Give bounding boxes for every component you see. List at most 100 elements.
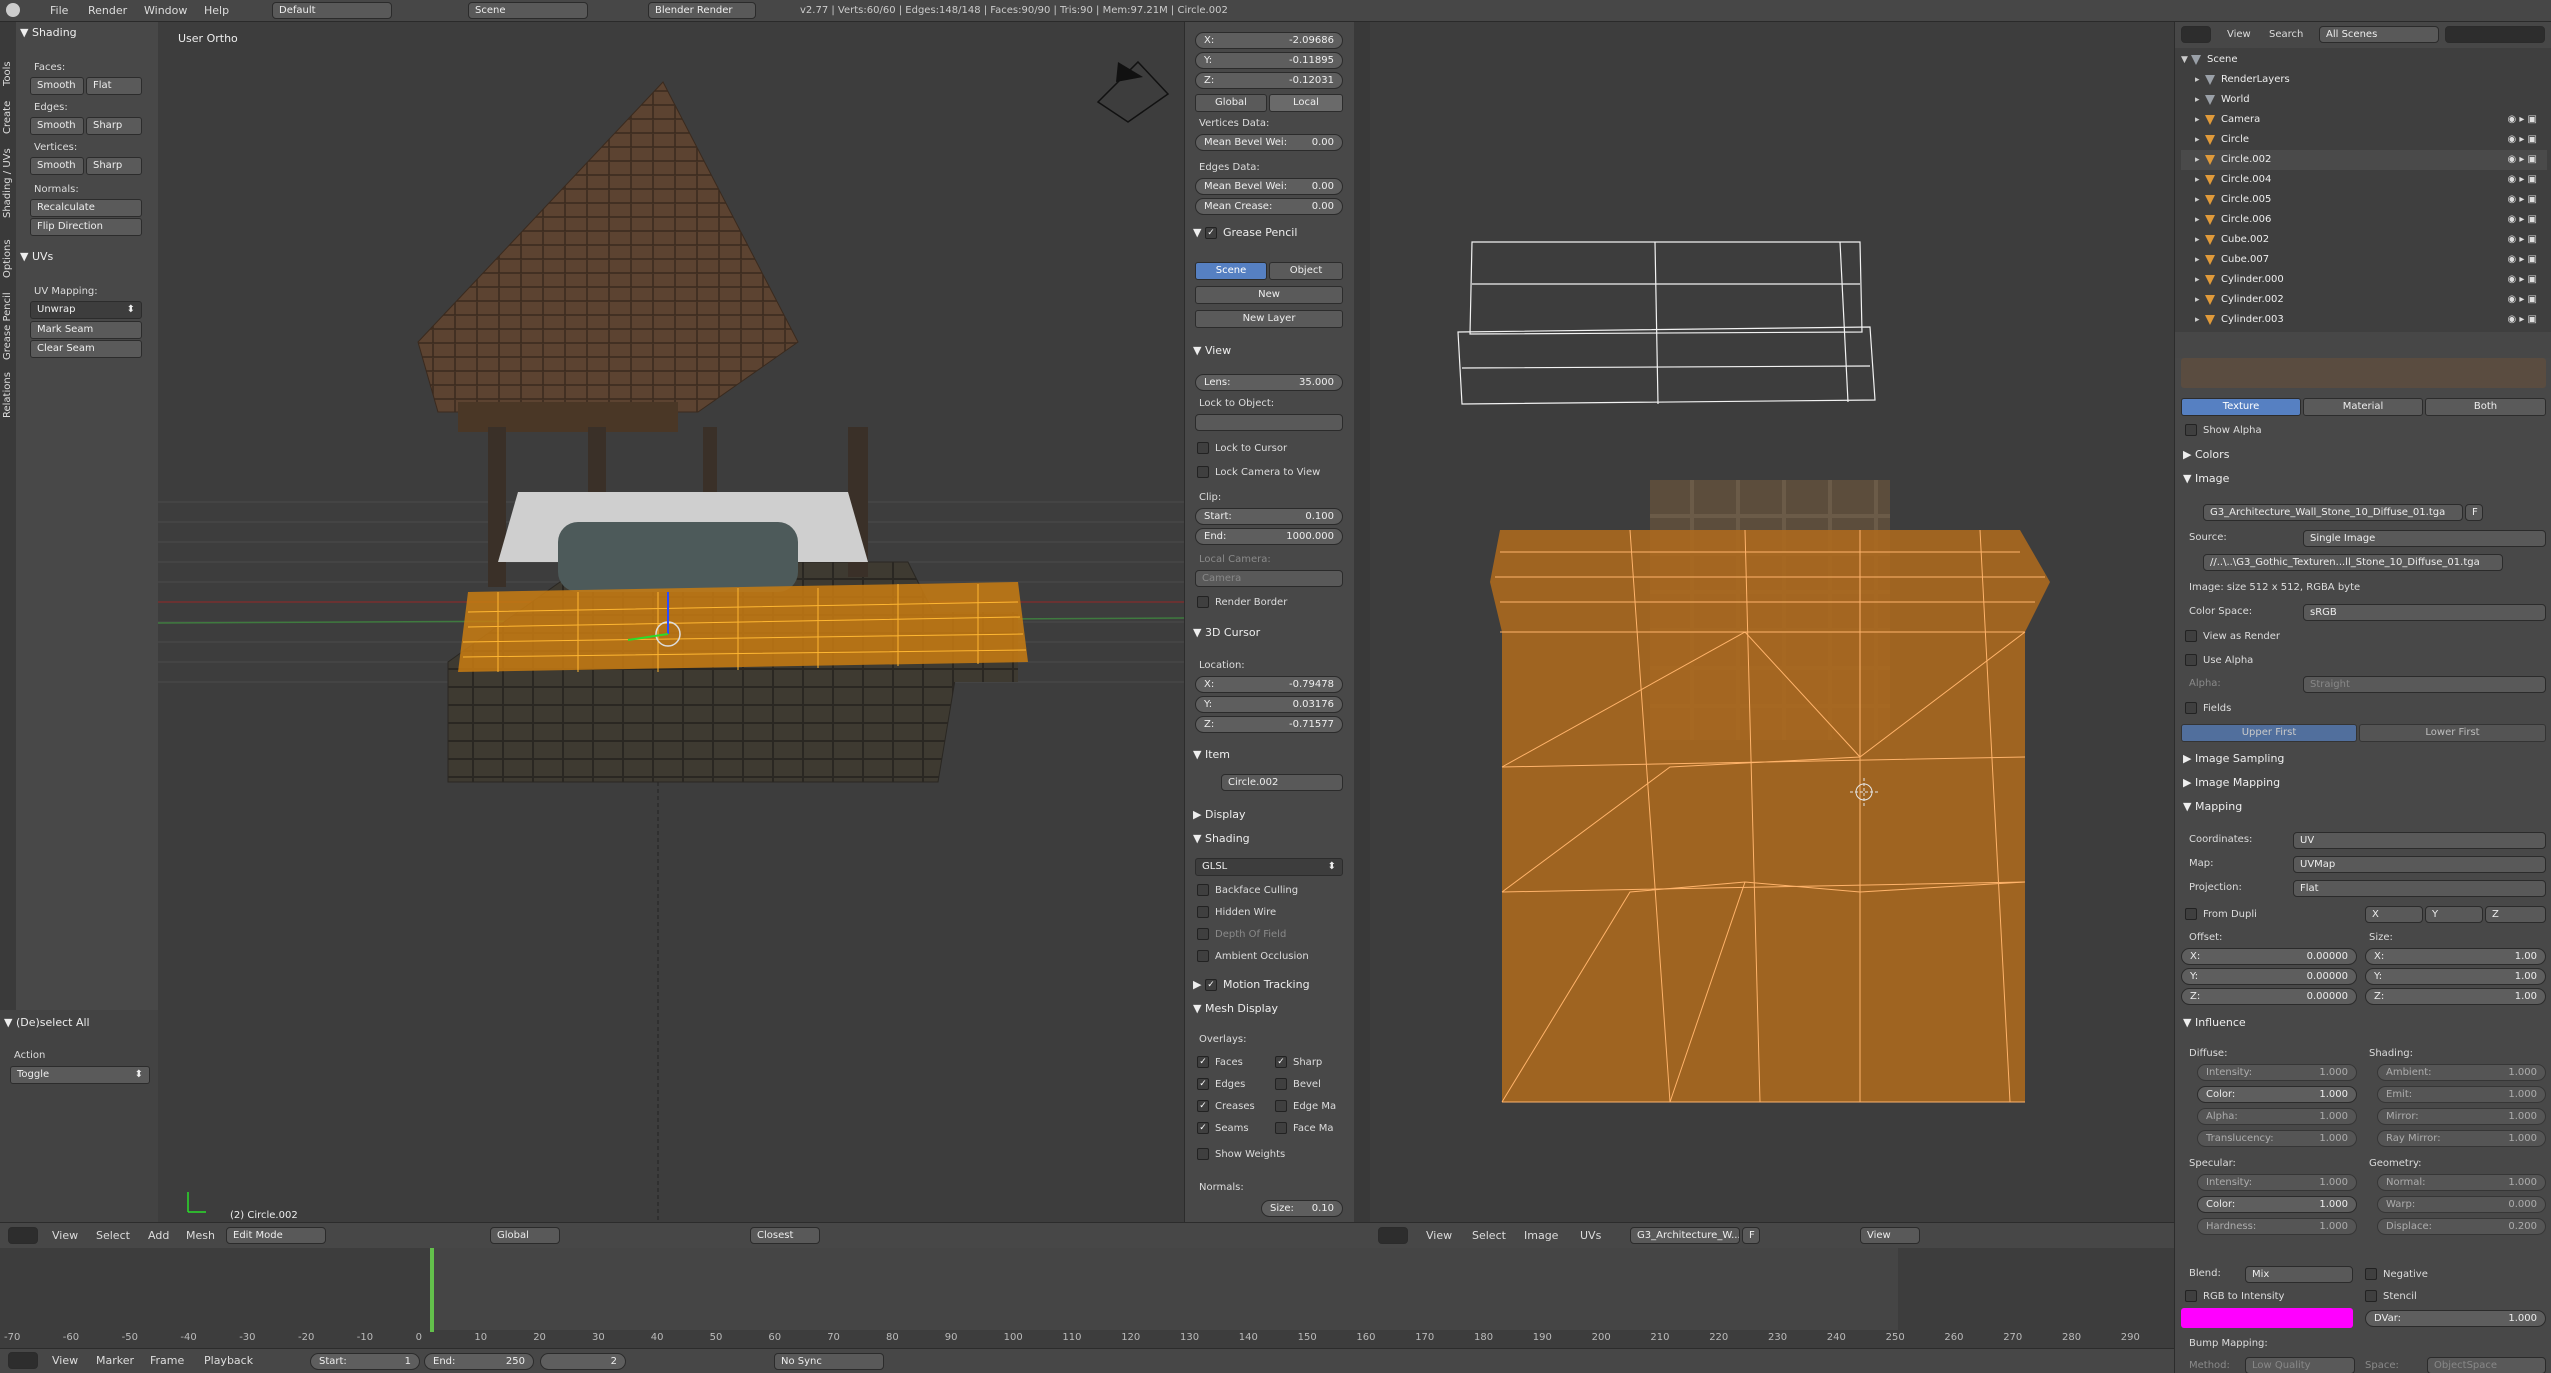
use-alpha-checkbox[interactable]: Use Alpha	[2185, 654, 2253, 666]
image-fake-user[interactable]: F	[2465, 504, 2483, 521]
lens-field[interactable]: Lens: 35.000	[1195, 374, 1343, 391]
visibility-toggles-icon[interactable]: ◉ ▸ ▣	[2507, 210, 2537, 230]
sync-mode-select[interactable]: No Sync	[774, 1353, 884, 1370]
visibility-toggles-icon[interactable]: ◉ ▸ ▣	[2507, 150, 2537, 170]
gp-new-layer-button[interactable]: New Layer	[1195, 310, 1343, 328]
shading-mode-select[interactable]: GLSL ⬍	[1195, 858, 1343, 876]
tab-relations[interactable]: Relations	[2, 372, 13, 418]
outliner-item[interactable]: ▸ Cube.002 ◉ ▸ ▣	[2181, 230, 2547, 250]
cursor-x-field[interactable]: X: -0.79478	[1195, 676, 1343, 693]
outliner-item[interactable]: ▼ Scene	[2181, 50, 2547, 70]
backface-culling-checkbox[interactable]: Backface Culling	[1197, 884, 1298, 896]
uvs-section-header[interactable]: ▼ UVs	[16, 246, 53, 268]
tex-both-tab[interactable]: Both	[2425, 398, 2546, 416]
cursor-y-field[interactable]: Y: 0.03176	[1195, 696, 1343, 713]
expand-arrow-icon[interactable]: ▸	[2195, 270, 2205, 290]
mark-seam-button[interactable]: Mark Seam	[30, 321, 142, 339]
uv-menu-view[interactable]: View	[1426, 1229, 1452, 1242]
uv-view-mode-select[interactable]: View	[1860, 1227, 1920, 1244]
timeline-editor-type-select[interactable]	[8, 1352, 38, 1369]
outliner-item[interactable]: ▸ Cylinder.003 ◉ ▸ ▣	[2181, 310, 2547, 330]
render-engine-selector[interactable]: Blender Render	[648, 2, 756, 19]
outliner-item[interactable]: ▸ Circle.002 ◉ ▸ ▣	[2181, 150, 2547, 170]
normal-size-field[interactable]: Size: 0.10	[1261, 1200, 1343, 1217]
lock-cursor-checkbox[interactable]: Lock to Cursor	[1197, 442, 1287, 454]
outliner-item[interactable]: ▸ World	[2181, 90, 2547, 110]
grease-pencil-section[interactable]: ▼ ✓ Grease Pencil	[1189, 222, 1297, 244]
3d-cursor-section[interactable]: ▼ 3D Cursor	[1189, 622, 1260, 644]
overlay-creases-checkbox[interactable]: ✓ Creases	[1197, 1100, 1255, 1112]
geo-normal[interactable]: Normal: 1.000	[2377, 1174, 2546, 1191]
expand-arrow-icon[interactable]: ▸	[2195, 230, 2205, 250]
influence-section[interactable]: ▼ Influence	[2179, 1012, 2246, 1034]
menu-file[interactable]: File	[50, 4, 68, 17]
v3d-menu-add[interactable]: Add	[148, 1229, 169, 1242]
show-weights-checkbox[interactable]: Show Weights	[1197, 1148, 1285, 1160]
blend-mode-select[interactable]: Mix	[2245, 1266, 2353, 1283]
v3d-menu-select[interactable]: Select	[96, 1229, 130, 1242]
timeline-editor[interactable]: -70 -60 -50 -40 -30 -20 -10 0 10 20 30 40 50 60 70 80 90…	[0, 1248, 2174, 1350]
diffuse-alpha[interactable]: Alpha: 1.000	[2197, 1108, 2357, 1125]
spec-intensity[interactable]: Intensity: 1.000	[2197, 1174, 2357, 1191]
visibility-toggles-icon[interactable]: ◉ ▸ ▣	[2507, 310, 2537, 330]
overlay-edges-checkbox[interactable]: ✓ Edges	[1197, 1078, 1245, 1090]
dof-checkbox[interactable]: Depth Of Field	[1197, 928, 1286, 940]
tab-shading-uvs[interactable]: Shading / UVs	[2, 148, 13, 218]
from-dupli-checkbox[interactable]: From Dupli	[2185, 908, 2257, 920]
expand-arrow-icon[interactable]: ▸	[2195, 170, 2205, 190]
edges-sharp-button[interactable]: Sharp	[86, 117, 142, 135]
mapping-y-select[interactable]: Y	[2425, 906, 2483, 923]
outliner-item[interactable]: ▸ Cylinder.000 ◉ ▸ ▣	[2181, 270, 2547, 290]
menu-render[interactable]: Render	[88, 4, 127, 17]
color-space-select[interactable]: sRGB	[2303, 604, 2546, 621]
diffuse-color[interactable]: Color: 1.000	[2197, 1086, 2357, 1103]
outliner-item[interactable]: ▸ Circle ◉ ▸ ▣	[2181, 130, 2547, 150]
expand-arrow-icon[interactable]: ▸	[2195, 150, 2205, 170]
item-name-field[interactable]: Circle.002	[1221, 774, 1343, 791]
uv-menu-select[interactable]: Select	[1472, 1229, 1506, 1242]
outliner-item[interactable]: ▸ Cube.007 ◉ ▸ ▣	[2181, 250, 2547, 270]
visibility-toggles-icon[interactable]: ◉ ▸ ▣	[2507, 190, 2537, 210]
lock-object-field[interactable]	[1195, 414, 1343, 431]
offset-z[interactable]: Z: 0.00000	[2181, 988, 2357, 1005]
size-x[interactable]: X: 1.00	[2365, 948, 2546, 965]
shading-section-header[interactable]: ▼ Shading	[16, 22, 158, 44]
mapping-section[interactable]: ▼ Mapping	[2179, 796, 2242, 818]
uv-menu-uvs[interactable]: UVs	[1580, 1229, 1601, 1242]
spec-hardness[interactable]: Hardness: 1.000	[2197, 1218, 2357, 1235]
item-section[interactable]: ▼ Item	[1189, 744, 1230, 766]
fields-checkbox[interactable]: Fields	[2185, 702, 2231, 714]
uv-menu-image[interactable]: Image	[1524, 1229, 1558, 1242]
flip-direction-button[interactable]: Flip Direction	[30, 218, 142, 236]
mapping-x-select[interactable]: X	[2365, 906, 2423, 923]
blend-color-swatch[interactable]	[2181, 1308, 2353, 1328]
faces-smooth-button[interactable]: Smooth	[30, 77, 84, 95]
tex-material-tab[interactable]: Material	[2303, 398, 2423, 416]
blender-info-icon[interactable]	[6, 3, 20, 17]
diffuse-translucency[interactable]: Translucency: 1.000	[2197, 1130, 2357, 1147]
outliner-editor-type[interactable]	[2181, 26, 2211, 43]
uv-image-editor[interactable]	[1370, 22, 2174, 1222]
editor-type-select[interactable]	[8, 1227, 38, 1244]
colors-section[interactable]: ▶ Colors	[2179, 444, 2229, 466]
expand-arrow-icon[interactable]: ▸	[2195, 110, 2205, 130]
edges-smooth-button[interactable]: Smooth	[30, 117, 84, 135]
size-z[interactable]: Z: 1.00	[2365, 988, 2546, 1005]
outliner-item[interactable]: ▸ Cylinder.002 ◉ ▸ ▣	[2181, 290, 2547, 310]
gp-scene-button[interactable]: Scene	[1195, 262, 1267, 280]
outliner-menu-search[interactable]: Search	[2269, 29, 2303, 40]
outliner-item[interactable]: ▸ Circle.005 ◉ ▸ ▣	[2181, 190, 2547, 210]
vertices-smooth-button[interactable]: Smooth	[30, 157, 84, 175]
tab-grease-pencil[interactable]: Grease Pencil	[2, 292, 13, 360]
gp-object-button[interactable]: Object	[1269, 262, 1343, 280]
expand-arrow-icon[interactable]: ▸	[2195, 290, 2205, 310]
mapping-z-select[interactable]: Z	[2485, 906, 2546, 923]
view-section[interactable]: ▼ View	[1189, 340, 1231, 362]
offset-x[interactable]: X: 0.00000	[2181, 948, 2357, 965]
dvar-field[interactable]: DVar: 1.000	[2365, 1310, 2546, 1327]
menu-window[interactable]: Window	[144, 4, 187, 17]
transform-orientation-select[interactable]: Global	[490, 1227, 560, 1244]
cursor-z-field[interactable]: Z: -0.71577	[1195, 716, 1343, 733]
mesh-display-section[interactable]: ▼ Mesh Display	[1189, 998, 1278, 1020]
alpha-mode-select[interactable]: Straight	[2303, 676, 2546, 693]
